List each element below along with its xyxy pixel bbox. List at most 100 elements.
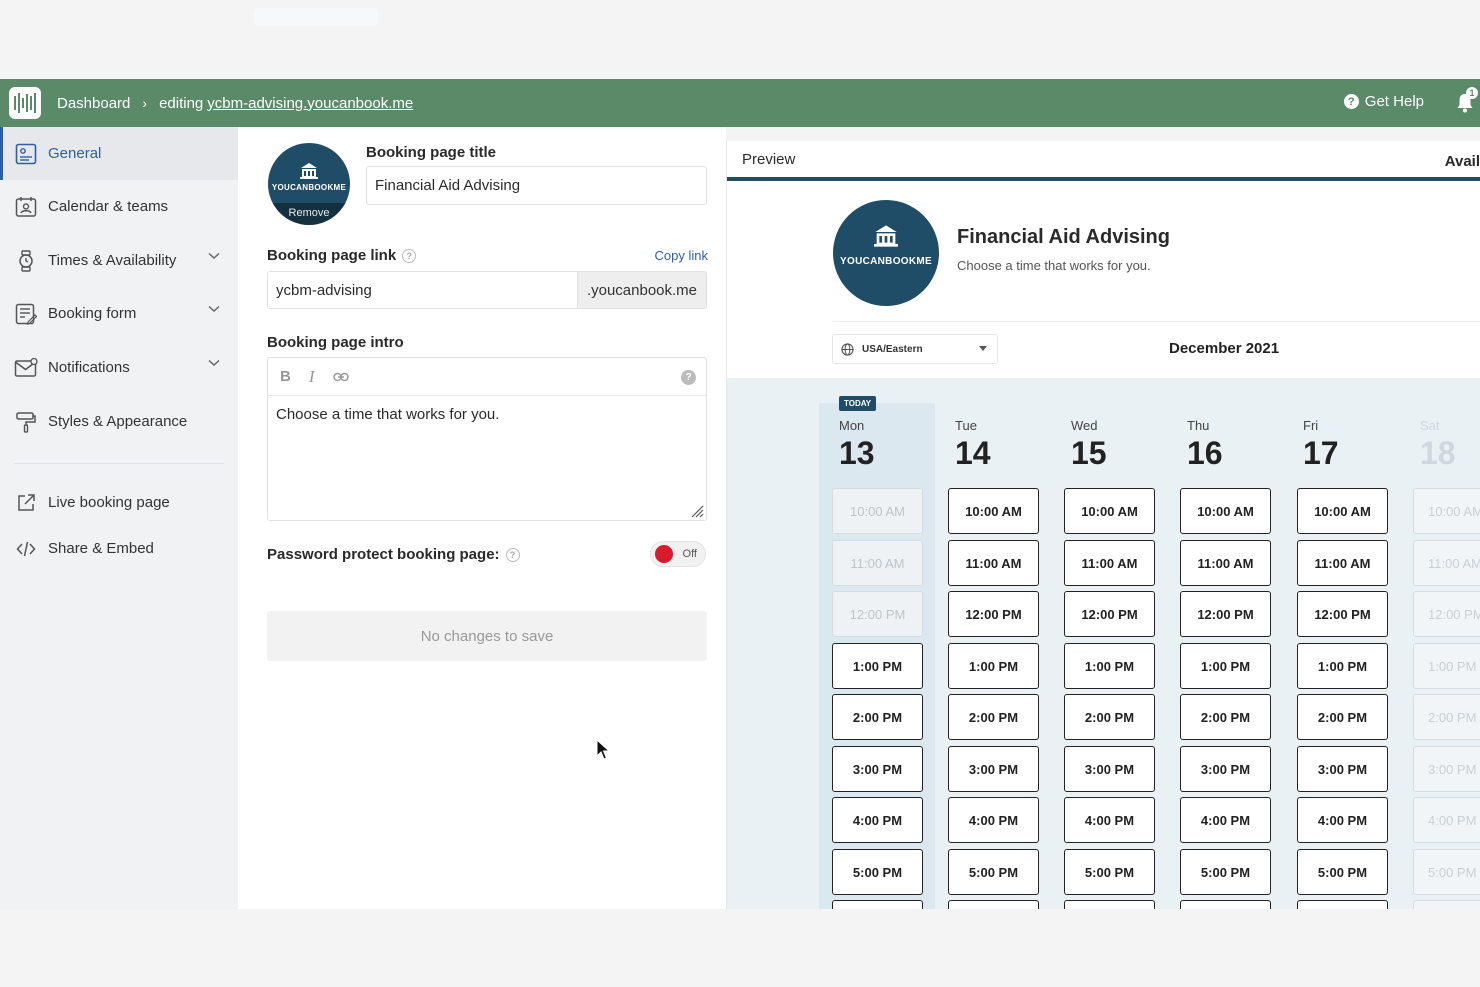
time-slot-button[interactable]: 5:00 PM	[1180, 849, 1271, 895]
sidebar-item-calendar-teams[interactable]: Calendar & teams	[0, 180, 238, 233]
bold-button[interactable]: B	[280, 368, 291, 385]
paint-roller-icon	[14, 410, 38, 434]
time-slot-button[interactable]: 2:00 PM	[832, 694, 923, 740]
tab-preview[interactable]: Preview	[742, 151, 795, 168]
time-slot-button[interactable]: 12:00 PM	[1413, 591, 1480, 637]
save-button[interactable]: No changes to save	[267, 611, 707, 661]
chevron-down-icon[interactable]	[208, 252, 220, 260]
time-slot-button[interactable]: 5:00 PM	[1064, 849, 1155, 895]
time-slot-button[interactable]: 10:00 AM	[948, 488, 1039, 534]
time-slot-button[interactable]: 4:00 PM	[832, 797, 923, 843]
time-slot-button[interactable]: 5:00 PM	[1413, 849, 1480, 895]
time-slot-button[interactable]: 4:00 PM	[1180, 797, 1271, 843]
resize-handle-icon[interactable]	[690, 504, 704, 518]
time-slot-button[interactable]	[1064, 900, 1155, 909]
time-slot-button[interactable]: 2:00 PM	[1064, 694, 1155, 740]
help-icon[interactable]: ?	[402, 249, 417, 263]
sidebar-item-general[interactable]: General	[0, 127, 238, 180]
day-date: 16	[1187, 435, 1223, 471]
booking-title-input[interactable]: Financial Aid Advising	[366, 166, 707, 205]
day-header: Sat 18	[1420, 418, 1480, 472]
time-slot-button[interactable]: 4:00 PM	[1297, 797, 1388, 843]
sidebar-item-notifications[interactable]: Notifications	[0, 341, 238, 394]
time-slot-button[interactable]: 10:00 AM	[1297, 488, 1388, 534]
today-badge: TODAY	[839, 396, 877, 411]
time-slot-button[interactable]: 12:00 PM	[1297, 591, 1388, 637]
copy-link-button[interactable]: Copy link	[655, 248, 708, 263]
time-slot-button[interactable]: 1:00 PM	[1413, 643, 1480, 689]
time-slot-button[interactable]: 11:00 AM	[1180, 540, 1271, 586]
time-slot-button[interactable]: 12:00 PM	[1180, 591, 1271, 637]
time-slot-button[interactable]: 11:00 AM	[1297, 540, 1388, 586]
time-slot-button[interactable]: 5:00 PM	[832, 849, 923, 895]
logo-wordmark: YOUCANBOOKME	[271, 183, 347, 192]
day-header: Tue 14	[955, 418, 1065, 472]
remove-logo-button[interactable]: Remove	[268, 203, 350, 225]
time-slot-button[interactable]: 1:00 PM	[948, 643, 1039, 689]
time-slot-button[interactable]: 10:00 AM	[1180, 488, 1271, 534]
notifications-bell-button[interactable]: 1	[1456, 87, 1478, 113]
time-slot-button[interactable]: 10:00 AM	[1413, 488, 1480, 534]
day-date: 14	[955, 435, 991, 471]
time-slot-button[interactable]: 11:00 AM	[1064, 540, 1155, 586]
time-slot-button[interactable]	[948, 900, 1039, 909]
chevron-down-icon[interactable]	[208, 359, 220, 367]
chevron-down-icon[interactable]	[208, 305, 220, 313]
time-slot-button[interactable]: 2:00 PM	[1297, 694, 1388, 740]
time-slot-button[interactable]: 3:00 PM	[832, 746, 923, 792]
preview-tab-bar: Preview Avail	[727, 141, 1480, 181]
time-slot-button[interactable]: 2:00 PM	[1180, 694, 1271, 740]
time-slot-button[interactable]: 2:00 PM	[1413, 694, 1480, 740]
time-slot-button[interactable]: 2:00 PM	[948, 694, 1039, 740]
time-slot-button[interactable]: 1:00 PM	[1297, 643, 1388, 689]
get-help-button[interactable]: ? Get Help	[1343, 93, 1424, 110]
app-logo-icon[interactable]	[9, 87, 41, 119]
time-slot-button[interactable]: 1:00 PM	[1064, 643, 1155, 689]
link-icon[interactable]	[332, 372, 349, 382]
time-slot-button[interactable]	[1297, 900, 1388, 909]
time-slot-button[interactable]: 1:00 PM	[832, 643, 923, 689]
sidebar-item-styles-appearance[interactable]: Styles & Appearance	[0, 395, 238, 448]
tab-availability[interactable]: Avail	[1445, 153, 1480, 170]
time-slot-button[interactable]: 10:00 AM	[1064, 488, 1155, 534]
time-slot-button[interactable]: 4:00 PM	[1064, 797, 1155, 843]
time-slot-button[interactable]: 3:00 PM	[1297, 746, 1388, 792]
time-slot-button[interactable]: 3:00 PM	[1180, 746, 1271, 792]
sidebar-item-times-availability[interactable]: Times & Availability	[0, 234, 238, 287]
time-slot-button[interactable]: 11:00 AM	[1413, 540, 1480, 586]
timezone-select[interactable]: USA/Eastern	[832, 334, 998, 364]
booking-logo-upload[interactable]: YOUCANBOOKME Remove	[268, 143, 350, 225]
help-icon[interactable]: ?	[681, 370, 696, 385]
booking-intro-textarea[interactable]: Choose a time that works for you.	[268, 396, 706, 433]
day-header: Wed 15	[1071, 418, 1181, 472]
get-help-label: Get Help	[1364, 93, 1424, 110]
password-protect-toggle[interactable]: Off	[650, 541, 706, 567]
time-slot-button[interactable]: 1:00 PM	[1180, 643, 1271, 689]
caret-down-icon	[979, 346, 987, 351]
notification-count-badge: 1	[1466, 87, 1478, 99]
time-slot-button[interactable]: 11:00 AM	[948, 540, 1039, 586]
time-slot-button[interactable]: 3:00 PM	[1413, 746, 1480, 792]
italic-button[interactable]: I	[309, 367, 315, 387]
time-slot-button[interactable]: 3:00 PM	[1064, 746, 1155, 792]
sidebar-item-label: Notifications	[48, 359, 130, 376]
time-slot-button[interactable]: 12:00 PM	[1064, 591, 1155, 637]
sidebar-item-booking-form[interactable]: Booking form	[0, 287, 238, 340]
time-slot-button[interactable]: 12:00 PM	[948, 591, 1039, 637]
booking-link-input[interactable]: ycbm-advising	[267, 271, 578, 309]
time-slot-button[interactable]	[1180, 900, 1271, 909]
globe-icon	[841, 342, 854, 356]
sidebar-item-share-embed[interactable]: Share & Embed	[0, 522, 238, 575]
help-icon[interactable]: ?	[505, 548, 520, 562]
time-slot-button[interactable]	[832, 900, 923, 909]
time-slot-button[interactable]: 3:00 PM	[948, 746, 1039, 792]
building-icon	[874, 225, 898, 247]
time-slot-button[interactable]	[1413, 900, 1480, 909]
time-slot-button[interactable]: 4:00 PM	[1413, 797, 1480, 843]
day-date: 17	[1303, 435, 1339, 471]
breadcrumb-editing-link[interactable]: ycbm-advising.youcanbook.me	[207, 95, 413, 112]
time-slot-button[interactable]: 5:00 PM	[1297, 849, 1388, 895]
time-slot-button[interactable]: 5:00 PM	[948, 849, 1039, 895]
breadcrumb-dashboard[interactable]: Dashboard	[57, 95, 130, 112]
time-slot-button[interactable]: 4:00 PM	[948, 797, 1039, 843]
